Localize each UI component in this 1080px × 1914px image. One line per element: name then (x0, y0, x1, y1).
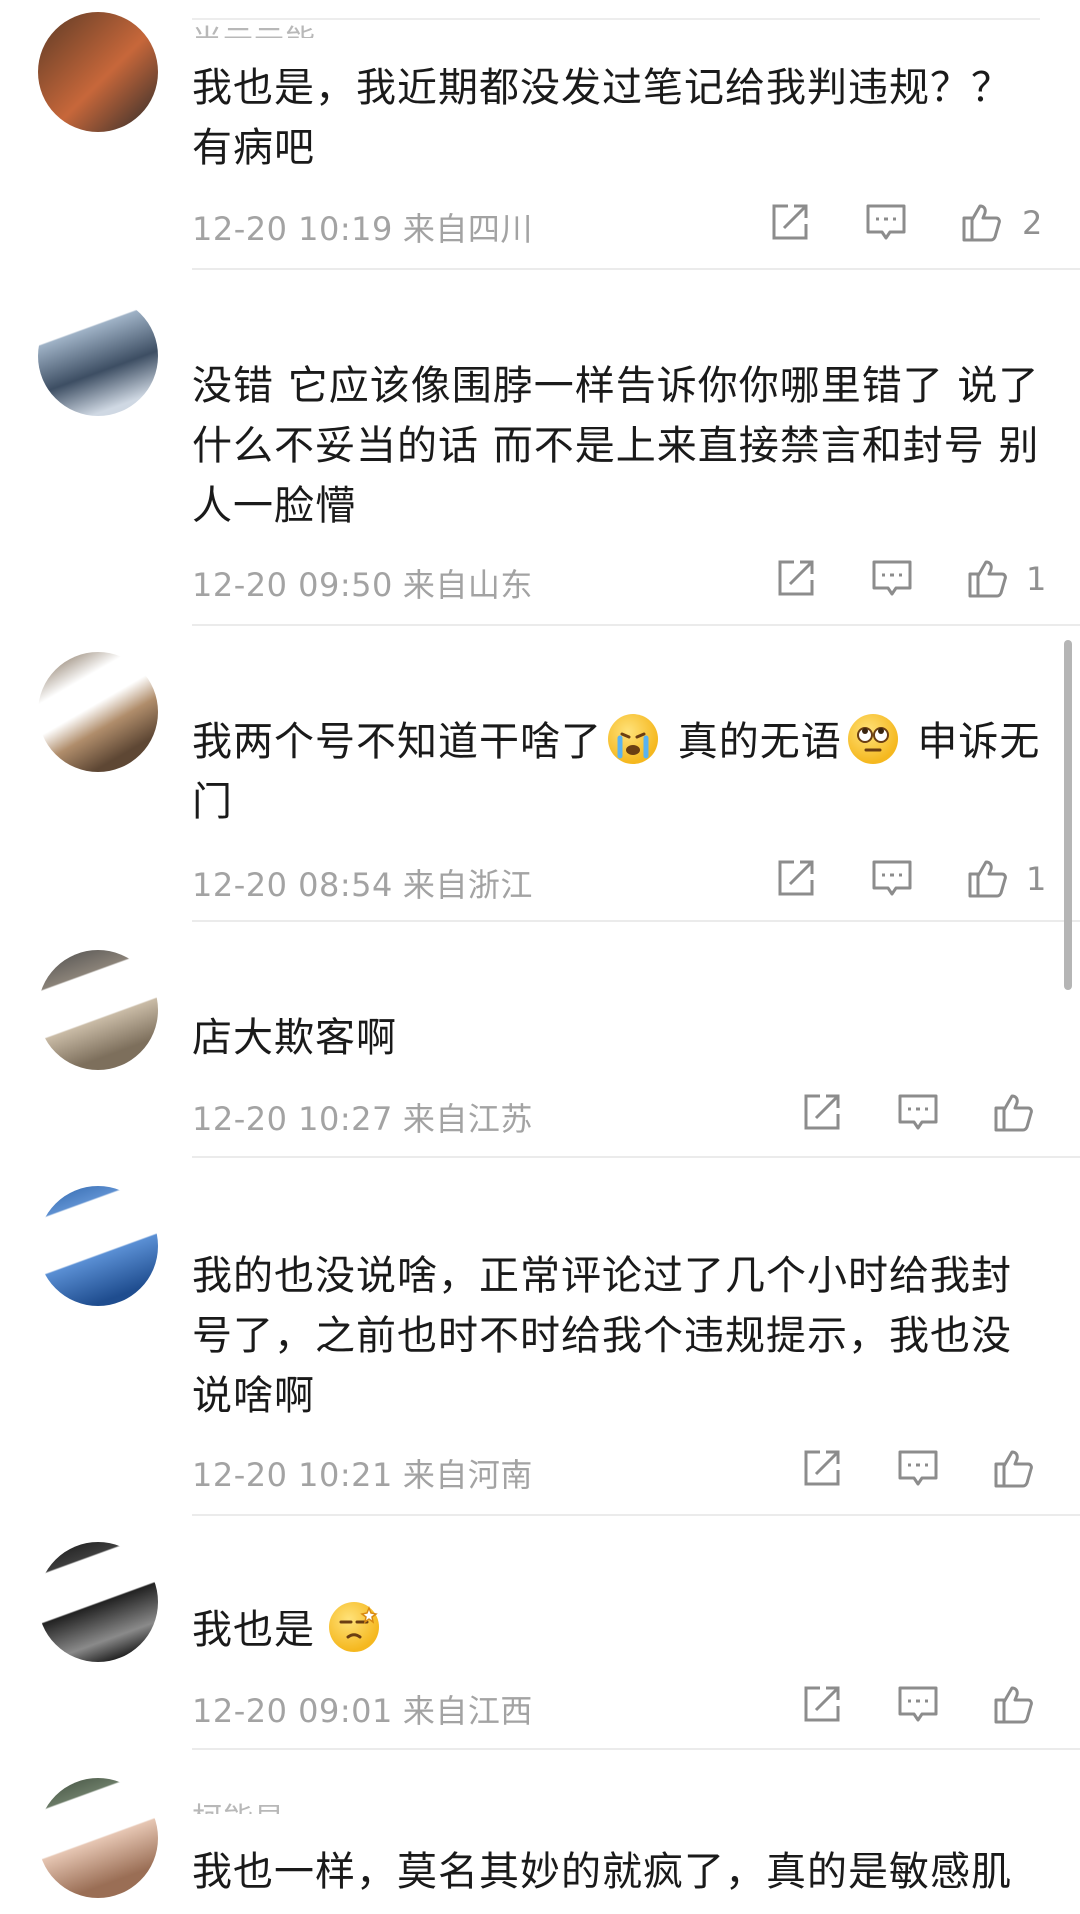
thumbs-up-icon[interactable] (966, 856, 1010, 900)
share-icon[interactable] (800, 1682, 844, 1726)
comment-text-part: 我也是 (192, 1607, 315, 1653)
like-count: 2 (1022, 204, 1043, 242)
reply-icon[interactable] (870, 556, 914, 600)
comment-text: 我也是，我近期都没发过笔记给我判违规？？有病吧 (192, 65, 1012, 171)
like-count: 1 (1026, 560, 1047, 598)
avatar[interactable] (38, 296, 158, 416)
reply-icon[interactable] (864, 200, 908, 244)
comment-date: 12-20 10:19 (192, 210, 393, 248)
comment-date: 12-20 10:21 (192, 1456, 393, 1494)
comment-meta: 12-20 09:50 来自山东 (192, 560, 533, 606)
like-count: 1 (1026, 860, 1047, 898)
reply-icon[interactable] (870, 856, 914, 900)
comment-text-part: 我两个号不知道干啥了 (192, 719, 602, 765)
thumbs-up-icon[interactable] (966, 556, 1010, 600)
comment-username[interactable]: 柯能显 (192, 1798, 285, 1814)
comment-date: 12-20 09:50 (192, 566, 393, 604)
share-icon[interactable] (800, 1090, 844, 1134)
comment-date: 12-20 08:54 (192, 866, 393, 904)
dizzy-face-emoji (329, 1602, 379, 1652)
comment-location: 来自江西 (402, 1692, 533, 1730)
crying-face-emoji (608, 714, 658, 764)
comment-text: 我也一样，莫名其妙的就疯了，真的是敏感肌 (192, 1849, 1012, 1895)
share-icon[interactable] (774, 856, 818, 900)
avatar[interactable] (38, 652, 158, 772)
comment-username[interactable]: 当云云能 (192, 12, 316, 38)
comment-location: 来自浙江 (402, 866, 533, 904)
share-icon[interactable] (768, 200, 812, 244)
thumbs-up-icon[interactable] (992, 1446, 1036, 1490)
comment-feed: 当云云能 我也是，我近期都没发过笔记给我判违规？？有病吧 12-20 10:19… (0, 0, 1080, 1914)
comment-text: 没错 它应该像围脖一样告诉你你哪里错了 说了什么不妥当的话 而不是上来直接禁言和… (192, 363, 1040, 529)
comment-text: 我也是 (192, 1600, 1042, 1660)
comment-date: 12-20 10:27 (192, 1100, 393, 1138)
reply-icon[interactable] (896, 1682, 940, 1726)
thumbs-up-icon[interactable] (992, 1090, 1036, 1134)
avatar[interactable] (38, 1778, 158, 1898)
eye-roll-emoji (847, 714, 898, 764)
comment-meta: 12-20 10:19 来自四川 (192, 204, 533, 250)
divider (192, 268, 1080, 270)
divider (192, 920, 1080, 922)
comment-meta: 12-20 08:54 来自浙江 (192, 860, 533, 906)
divider (192, 1748, 1080, 1750)
avatar[interactable] (38, 950, 158, 1070)
divider (192, 1156, 1080, 1158)
comment-location: 来自山东 (402, 566, 533, 604)
comment-location: 来自江苏 (402, 1100, 533, 1138)
thumbs-up-icon[interactable] (960, 200, 1004, 244)
divider (192, 624, 1080, 626)
comment-location: 来自河南 (402, 1456, 533, 1494)
comment-meta: 12-20 10:21 来自河南 (192, 1450, 533, 1496)
comment-meta: 12-20 09:01 来自江西 (192, 1686, 533, 1732)
avatar[interactable] (38, 1186, 158, 1306)
comment-location: 来自四川 (402, 210, 533, 248)
scrollbar[interactable] (1064, 640, 1072, 990)
reply-icon[interactable] (896, 1090, 940, 1134)
top-divider (192, 18, 1040, 20)
comment-text: 我的也没说啥，正常评论过了几个小时给我封号了，之前也时不时给我个违规提示，我也没… (192, 1253, 1012, 1419)
comment-text: 店大欺客啊 (192, 1015, 397, 1061)
comment-meta: 12-20 10:27 来自江苏 (192, 1094, 533, 1140)
thumbs-up-icon[interactable] (992, 1682, 1036, 1726)
comment-text-part: 真的无语 (664, 719, 842, 765)
avatar[interactable] (38, 12, 158, 132)
share-icon[interactable] (800, 1446, 844, 1490)
divider (192, 1514, 1080, 1516)
comment-text: 我两个号不知道干啥了 真的无语 申诉无门 (192, 712, 1042, 832)
share-icon[interactable] (774, 556, 818, 600)
reply-icon[interactable] (896, 1446, 940, 1490)
avatar[interactable] (38, 1542, 158, 1662)
comment-date: 12-20 09:01 (192, 1692, 393, 1730)
